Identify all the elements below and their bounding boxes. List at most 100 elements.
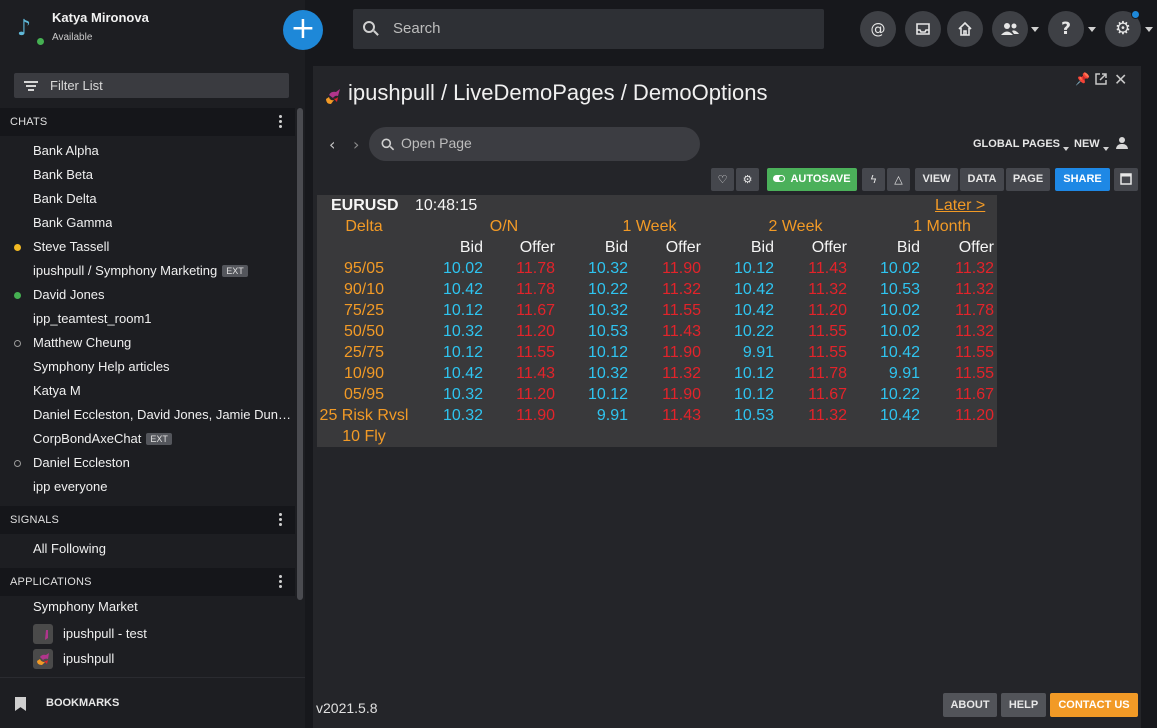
bid-cell: 10.32	[587, 365, 628, 382]
contact-us-button[interactable]: CONTACT US	[1050, 693, 1138, 717]
new-dropdown[interactable]: NEW	[1074, 138, 1109, 151]
bid-cell: 9.91	[596, 407, 628, 424]
chat-item-label: Steve Tassell	[33, 239, 109, 254]
bid-header: Bid	[896, 239, 920, 256]
chat-item[interactable]: Daniel Eccleston, David Jones, Jamie Dun…	[0, 403, 295, 427]
favorite-heart-icon[interactable]: ♡	[711, 168, 734, 191]
mentions-at-icon[interactable]: @	[860, 11, 896, 47]
bookmarks-label: BOOKMARKS	[46, 697, 120, 709]
applications-more-icon[interactable]	[279, 575, 283, 589]
chat-item[interactable]: Bank Beta	[0, 163, 295, 187]
chats-section-header[interactable]: CHATS	[0, 108, 295, 136]
module-title: ipushpull / LiveDemoPages / DemoOptions	[348, 80, 768, 105]
chat-item[interactable]: Bank Alpha	[0, 139, 295, 163]
bid-cell: 10.42	[442, 281, 483, 298]
about-button[interactable]: ABOUT	[943, 693, 997, 717]
offer-cell: 11.32	[955, 260, 994, 277]
signals-section-header[interactable]: SIGNALS	[0, 506, 295, 534]
signals-more-icon[interactable]	[279, 513, 283, 527]
lightning-icon[interactable]: ϟ	[862, 168, 885, 191]
offer-cell: 11.32	[808, 407, 847, 424]
bid-cell: 9.91	[742, 344, 774, 361]
global-pages-dropdown[interactable]: GLOBAL PAGES	[973, 138, 1069, 151]
signal-item-label: All Following	[33, 541, 106, 556]
chat-item[interactable]: ipushpull / Symphony Marketing EXT	[0, 259, 295, 283]
bid-cell: 10.32	[442, 323, 483, 340]
home-icon[interactable]	[947, 11, 983, 47]
chat-item[interactable]: Bank Delta	[0, 187, 295, 211]
chat-item[interactable]: CorpBondAxeChat EXT	[0, 427, 295, 451]
signal-item-all-following[interactable]: All Following	[0, 537, 295, 561]
chat-item-label: Symphony Help articles	[33, 359, 170, 374]
settings-notification-dot	[1131, 10, 1140, 19]
delta-header: Delta	[345, 218, 383, 235]
tenor-header: 2 Week	[768, 218, 823, 235]
offer-cell: 11.67	[808, 386, 847, 403]
app-item-symphony-market[interactable]: Symphony Market	[0, 595, 295, 619]
open-page-input[interactable]: Open Page	[369, 127, 700, 161]
chat-name: Steve Tassell	[33, 239, 110, 254]
filter-list-input[interactable]: Filter List	[14, 73, 289, 98]
close-icon[interactable]: ✕	[1114, 70, 1127, 89]
share-button[interactable]: SHARE	[1055, 168, 1110, 191]
chat-item[interactable]: Steve Tassell	[0, 235, 295, 259]
chat-item[interactable]: Katya M	[0, 379, 295, 403]
forward-arrow-icon[interactable]: ›	[353, 135, 359, 154]
bid-cell: 10.32	[442, 407, 483, 424]
left-sidebar: ♪ Katya Mironova Available Filter List C…	[0, 0, 305, 728]
settings-chevron-down-icon[interactable]	[1145, 27, 1153, 32]
later-link[interactable]: Later >	[935, 197, 985, 215]
help-button[interactable]: HELP	[1001, 693, 1046, 717]
offer-cell: 11.55	[808, 323, 847, 340]
pin-icon[interactable]: 📌	[1075, 72, 1090, 86]
bid-cell: 10.42	[733, 281, 774, 298]
app-item-label: ipushpull - test	[63, 626, 147, 641]
chat-item-label: David Jones	[33, 287, 105, 302]
presence-status-icon	[14, 340, 21, 347]
bid-cell: 10.22	[587, 281, 628, 298]
help-chevron-down-icon[interactable]	[1088, 27, 1096, 32]
offer-cell: 11.43	[662, 407, 701, 424]
chat-item[interactable]: David Jones	[0, 283, 295, 307]
delta-row-label: 10/90	[343, 365, 385, 382]
chat-item[interactable]: ipp_teamtest_room1	[0, 307, 295, 331]
inbox-icon[interactable]	[905, 11, 941, 47]
global-search-input[interactable]: Search	[353, 9, 824, 49]
delta-row-label: 05/95	[343, 386, 385, 403]
help-question-icon[interactable]: ?	[1048, 11, 1084, 47]
tenor-header: 1 Month	[913, 218, 971, 235]
app-item-ipushpull-test[interactable]: ipushpull - test	[0, 622, 295, 646]
chat-item[interactable]: Bank Gamma	[0, 211, 295, 235]
chats-more-icon[interactable]	[279, 115, 283, 129]
data-button[interactable]: DATA	[960, 168, 1004, 191]
autosave-toggle[interactable]: AUTOSAVE	[767, 168, 857, 191]
grid-time: 10:48:15	[415, 197, 478, 214]
chat-item[interactable]: Symphony Help articles	[0, 355, 295, 379]
page-button[interactable]: PAGE	[1006, 168, 1050, 191]
bid-cell: 10.12	[587, 386, 628, 403]
chat-name: ipp everyone	[33, 479, 108, 494]
fullscreen-window-icon[interactable]	[1114, 168, 1138, 191]
chat-item[interactable]: Matthew Cheung	[0, 331, 295, 355]
warning-triangle-icon[interactable]: △	[887, 168, 910, 191]
applications-section-title: APPLICATIONS	[10, 576, 92, 588]
bookmarks-section[interactable]: BOOKMARKS	[0, 677, 305, 728]
back-arrow-icon[interactable]: ‹	[329, 135, 335, 154]
presence-status-icon	[14, 244, 21, 251]
bid-cell: 10.42	[442, 365, 483, 382]
chat-item[interactable]: Daniel Eccleston	[0, 451, 295, 475]
app-item-ipushpull[interactable]: ipushpull	[0, 647, 295, 671]
offer-cell: 11.78	[955, 302, 994, 319]
sidebar-scrollbar[interactable]	[297, 108, 303, 600]
view-button[interactable]: VIEW	[915, 168, 958, 191]
contacts-people-icon[interactable]	[992, 11, 1028, 47]
chat-item[interactable]: ipp everyone	[0, 475, 295, 499]
open-page-placeholder: Open Page	[401, 135, 472, 151]
user-account-icon[interactable]	[1116, 137, 1128, 149]
page-settings-gear-icon[interactable]: ⚙	[736, 168, 759, 191]
user-profile[interactable]: ♪ Katya Mironova Available	[0, 0, 305, 62]
compose-plus-button[interactable]: +	[283, 10, 323, 50]
contacts-chevron-down-icon[interactable]	[1031, 27, 1039, 32]
popout-icon[interactable]	[1094, 72, 1108, 90]
applications-section-header[interactable]: APPLICATIONS	[0, 568, 295, 596]
